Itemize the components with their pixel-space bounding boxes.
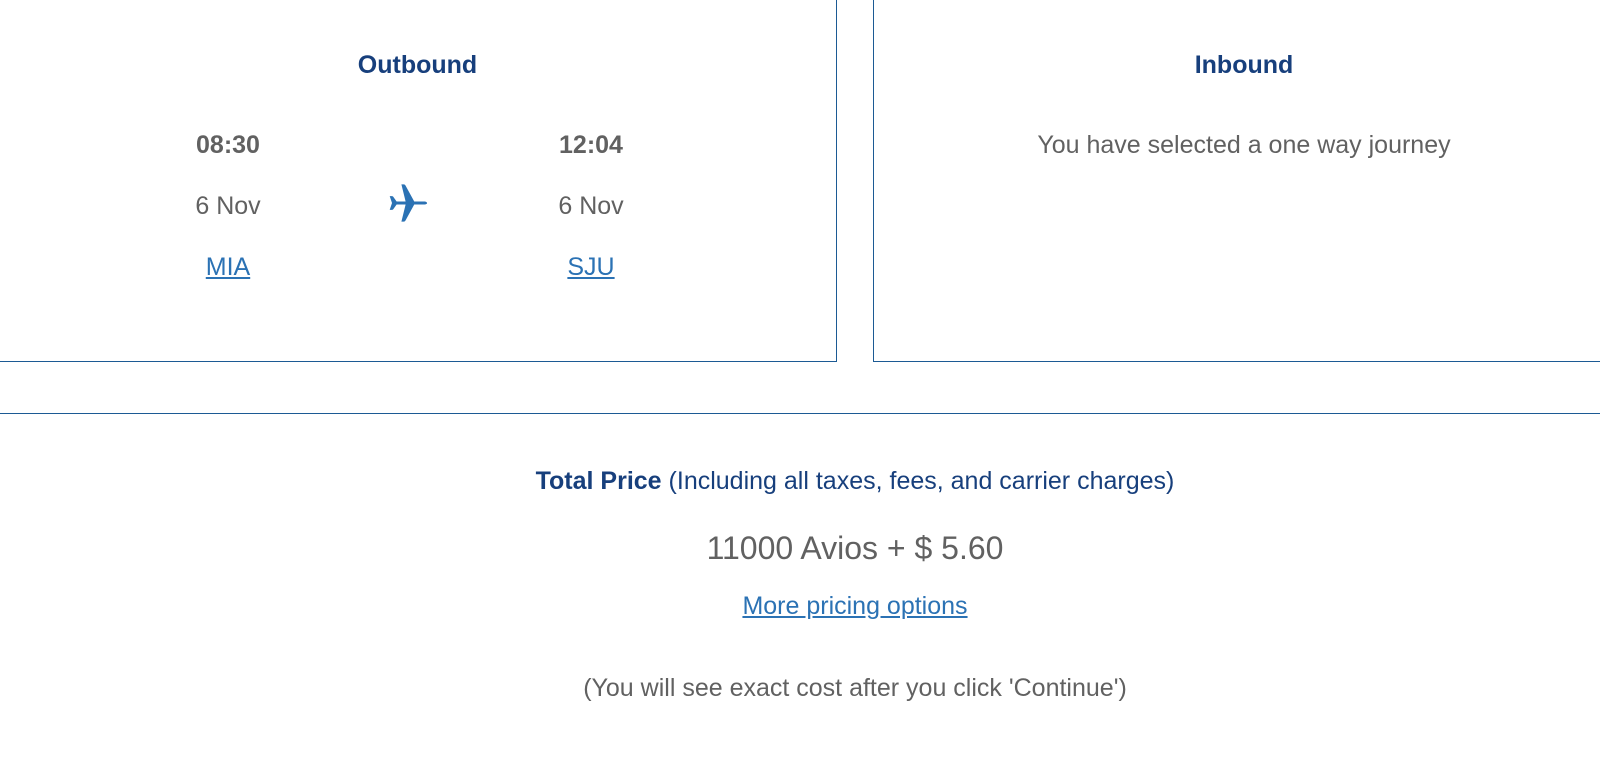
total-price-note: (Including all taxes, fees, and carrier … [668,467,1175,495]
departure-airport-link[interactable]: MIA [128,252,328,282]
departure-date: 6 Nov [195,192,261,220]
outbound-title: Outbound [357,51,478,79]
total-price-label: Total Price (Including all taxes, fees, … [0,465,1600,497]
price-summary: Total Price (Including all taxes, fees, … [0,465,1600,703]
more-pricing-options-link[interactable]: More pricing options [742,591,967,621]
total-price-value: 11000 Avios + $ 5.60 [706,530,1004,566]
arrival-time: 12:04 [559,131,623,159]
exact-cost-note: (You will see exact cost after you click… [583,674,1127,702]
arrival-date: 6 Nov [558,192,624,220]
departure-column: 08:30 6 Nov MIA [128,130,328,282]
inbound-panel: Inbound You have selected a one way jour… [873,0,1600,362]
arrival-airport-link[interactable]: SJU [491,252,691,282]
one-way-message: You have selected a one way journey [1037,131,1451,159]
airplane-icon [389,184,428,222]
arrival-column: 12:04 6 Nov SJU [491,130,691,282]
flight-summary-page: Outbound 08:30 6 Nov MIA 12:04 6 Nov SJU… [0,0,1600,757]
section-divider [0,413,1600,414]
inbound-title: Inbound [1194,51,1294,79]
outbound-panel: Outbound 08:30 6 Nov MIA 12:04 6 Nov SJU [0,0,837,362]
departure-time: 08:30 [196,131,260,159]
total-price-heading: Total Price [535,467,662,495]
